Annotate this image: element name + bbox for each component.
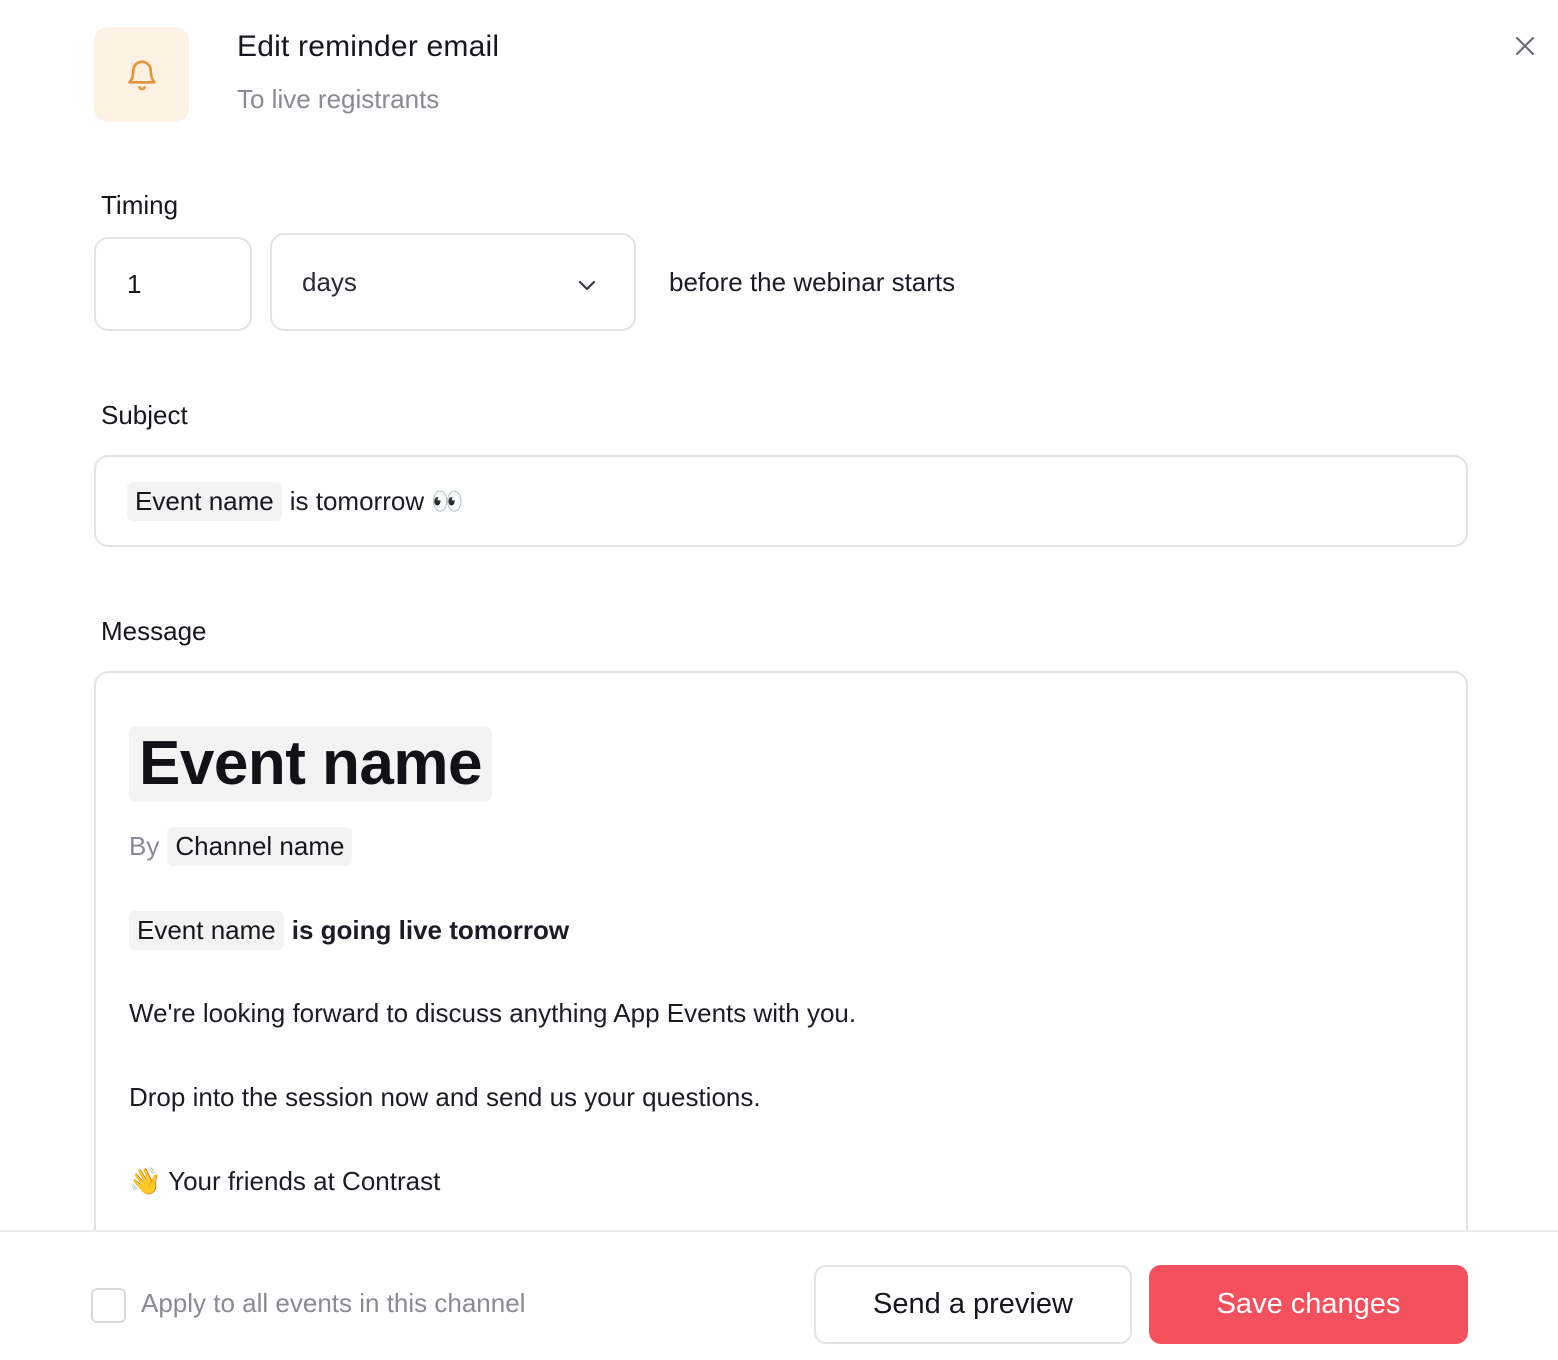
close-icon (1515, 36, 1535, 56)
bell-icon (127, 60, 156, 90)
close-button[interactable] (1507, 28, 1543, 64)
message-line-3: 👋 Your friends at Contrast (129, 1166, 441, 1196)
subject-text: is tomorrow 👀 (289, 485, 464, 516)
timing-unit-value: days (302, 266, 357, 297)
timing-unit-select[interactable]: days (270, 233, 636, 331)
dialog-subtitle: To live registrants (237, 84, 440, 114)
message-label: Message (101, 616, 207, 646)
message-line-1: We're looking forward to discuss anythin… (129, 998, 857, 1028)
dialog-title: Edit reminder email (237, 30, 500, 63)
bell-icon-container (94, 27, 189, 122)
byline-prefix: By (129, 831, 160, 861)
message-title-chip[interactable]: Event name (129, 726, 493, 802)
apply-all-checkbox[interactable] (91, 1288, 126, 1323)
live-text: is going live tomorrow (291, 915, 570, 945)
message-line-2: Drop into the session now and send us yo… (129, 1082, 761, 1112)
subject-input[interactable]: Event name is tomorrow 👀 (94, 455, 1468, 547)
dialog-footer: Apply to all events in this channel Send… (0, 1230, 1558, 1360)
timing-suffix-text: before the webinar starts (669, 267, 956, 297)
channel-name-chip[interactable]: Channel name (167, 827, 353, 866)
event-name-chip[interactable]: Event name (129, 911, 284, 950)
subject-label: Subject (101, 400, 188, 430)
timing-label: Timing (101, 190, 179, 220)
timing-quantity-input[interactable] (94, 237, 252, 331)
subject-variable-chip[interactable]: Event name (127, 481, 282, 521)
save-changes-button[interactable]: Save changes (1149, 1265, 1468, 1344)
send-preview-button[interactable]: Send a preview (814, 1265, 1132, 1344)
apply-all-label[interactable]: Apply to all events in this channel (141, 1288, 525, 1319)
message-live-line: Event name is going live tomorrow (129, 911, 569, 950)
chevron-down-icon (578, 280, 596, 291)
message-byline: By Channel name (129, 827, 353, 866)
message-editor[interactable]: Event name By Channel name Event name is… (94, 671, 1468, 1291)
